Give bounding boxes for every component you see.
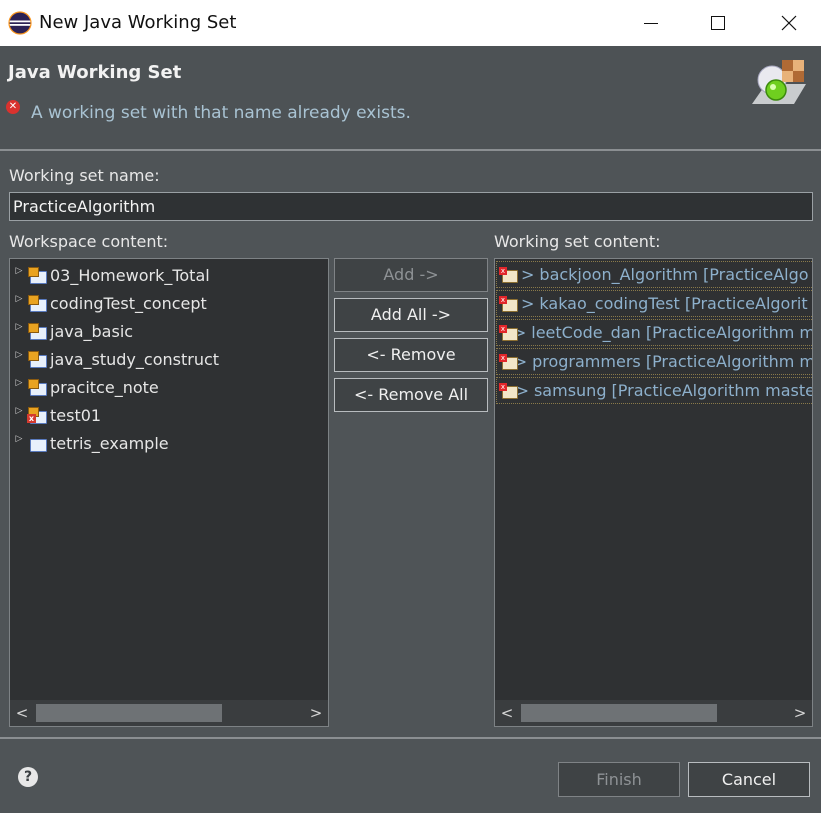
window-title: New Java Working Set <box>39 12 237 33</box>
working-set-item-label: programmers [PracticeAlgorithm m <box>532 352 813 371</box>
error-message: A working set with that name already exi… <box>31 103 411 123</box>
java-project-error-icon: x <box>27 407 47 424</box>
maximize-button[interactable] <box>695 0 741 46</box>
java-project-icon <box>28 323 47 340</box>
java-project-icon <box>28 267 47 284</box>
add-all-button[interactable]: Add All -> <box>334 298 488 332</box>
scroll-left-icon[interactable]: < <box>497 703 517 723</box>
java-project-warning-icon: x <box>499 324 518 341</box>
page-title: Java Working Set <box>8 62 182 83</box>
help-icon[interactable]: ? <box>18 767 38 787</box>
scroll-left-icon[interactable]: < <box>12 703 32 723</box>
expand-arrow-icon[interactable]: ▷ <box>10 406 28 416</box>
working-set-item-label: kakao_codingTest [PracticeAlgorit <box>539 294 808 313</box>
add-button[interactable]: Add -> <box>334 258 488 292</box>
scrollbar-thumb[interactable] <box>36 704 222 722</box>
java-project-icon <box>28 295 47 312</box>
tree-item[interactable]: ▷ codingTest_concept <box>10 289 207 317</box>
java-project-icon <box>28 379 47 396</box>
finish-button[interactable]: Finish <box>558 762 680 797</box>
tree-item-label: java_study_construct <box>50 349 220 369</box>
working-set-tree[interactable]: x > backjoon_Algorithm [PracticeAlgo x >… <box>494 258 813 727</box>
remove-all-button[interactable]: <- Remove All <box>334 378 488 412</box>
scroll-right-icon[interactable]: > <box>306 703 326 723</box>
expand-arrow-icon[interactable]: ▷ <box>10 434 28 444</box>
tree-item[interactable]: ▷ tetris_example <box>10 429 169 457</box>
working-set-item[interactable]: x > backjoon_Algorithm [PracticeAlgo <box>496 261 812 288</box>
tree-item-label: test01 <box>50 405 102 425</box>
tree-item-label: tetris_example <box>50 433 169 453</box>
scroll-right-icon[interactable]: > <box>790 703 810 723</box>
working-set-name-label: Working set name: <box>9 166 160 185</box>
tree-item[interactable]: ▷ java_study_construct <box>10 345 220 373</box>
expand-arrow-icon[interactable]: ▷ <box>10 266 28 276</box>
working-set-name-input[interactable] <box>9 192 813 221</box>
java-project-warning-icon: x <box>499 295 519 312</box>
close-icon <box>781 15 797 31</box>
expand-arrow-icon[interactable]: ▷ <box>10 350 28 360</box>
working-set-horizontal-scrollbar[interactable]: < > <box>495 700 812 726</box>
expand-arrow-icon[interactable]: ▷ <box>10 378 28 388</box>
java-project-icon <box>28 351 47 368</box>
java-project-warning-icon: x <box>499 266 519 283</box>
java-project-warning-icon: x <box>499 382 518 399</box>
expand-arrow-icon[interactable]: ▷ <box>10 294 28 304</box>
tree-item[interactable]: ▷ java_basic <box>10 317 134 345</box>
close-button[interactable] <box>766 0 812 46</box>
eclipse-icon <box>8 11 32 35</box>
project-icon <box>28 435 47 452</box>
workspace-tree[interactable]: ▷ 03_Homework_Total ▷ codingTest_concept… <box>9 258 329 727</box>
header-separator <box>0 149 821 151</box>
error-icon: ✕ <box>6 100 20 114</box>
workspace-content-label: Workspace content: <box>9 232 169 251</box>
working-set-item[interactable]: x > leetCode_dan [PracticeAlgorithm m <box>496 319 813 346</box>
tree-item-label: 03_Homework_Total <box>50 265 210 285</box>
working-set-item[interactable]: x > samsung [PracticeAlgorithm maste <box>496 377 813 404</box>
workspace-horizontal-scrollbar[interactable]: < > <box>10 700 328 726</box>
expand-arrow-icon[interactable]: ▷ <box>10 322 28 332</box>
minimize-button[interactable] <box>628 0 674 46</box>
working-set-wizard-icon <box>752 60 806 104</box>
minimize-icon <box>644 23 658 24</box>
working-set-item-label: leetCode_dan [PracticeAlgorithm m <box>531 323 813 342</box>
tree-item-label: java_basic <box>50 321 134 341</box>
tree-item-label: codingTest_concept <box>50 293 207 313</box>
tree-item[interactable]: ▷ pracitce_note <box>10 373 159 401</box>
working-set-item[interactable]: x > programmers [PracticeAlgorithm m <box>496 348 813 375</box>
working-set-item-label: samsung [PracticeAlgorithm maste <box>533 381 813 400</box>
tree-item-label: pracitce_note <box>50 377 159 397</box>
cancel-button[interactable]: Cancel <box>688 762 810 797</box>
working-set-item-label: backjoon_Algorithm [PracticeAlgo <box>539 265 809 284</box>
working-set-content-label: Working set content: <box>494 232 661 251</box>
java-project-warning-icon: x <box>499 353 518 370</box>
tree-item[interactable]: ▷ 03_Homework_Total <box>10 261 210 289</box>
maximize-icon <box>711 16 725 30</box>
working-set-item[interactable]: x > kakao_codingTest [PracticeAlgorit <box>496 290 812 317</box>
title-bar: New Java Working Set <box>0 0 821 46</box>
remove-button[interactable]: <- Remove <box>334 338 488 372</box>
tree-item[interactable]: ▷ x test01 <box>10 401 102 429</box>
footer-separator <box>0 737 821 739</box>
scrollbar-thumb[interactable] <box>521 704 717 722</box>
